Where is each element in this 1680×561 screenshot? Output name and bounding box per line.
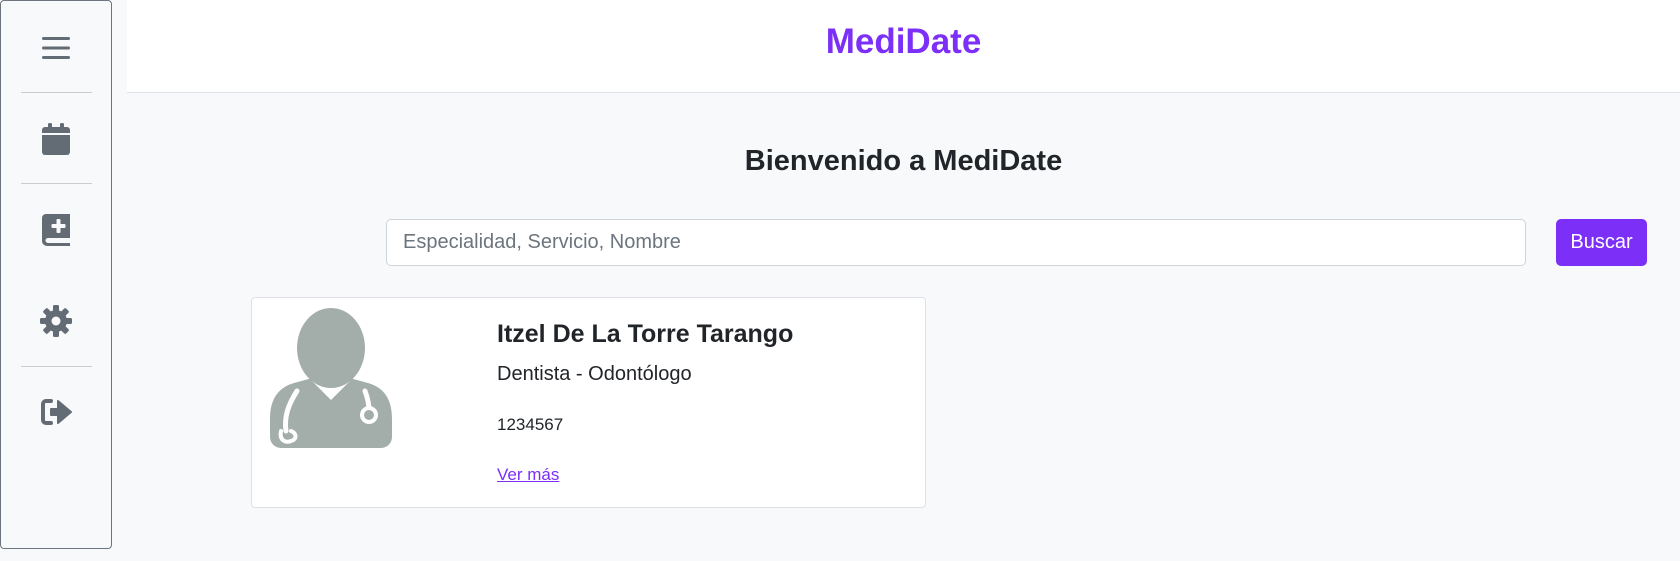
page-title: Bienvenido a MediDate	[744, 145, 1063, 177]
doctor-phone: 1234567	[497, 415, 564, 434]
hamburger-menu-icon	[42, 37, 70, 59]
top-navbar: MediDate	[127, 0, 1680, 93]
sidebar-item-logout[interactable]	[1, 382, 111, 442]
sidebar-item-menu[interactable]	[1, 18, 111, 78]
gear-icon	[40, 305, 72, 337]
sidebar-divider	[21, 183, 92, 184]
doctor-card: Itzel De La Torre Tarango Dentista - Odo…	[251, 297, 926, 508]
search-input[interactable]	[386, 219, 1526, 266]
calendar-icon	[42, 123, 70, 155]
sidebar-item-settings[interactable]	[1, 291, 111, 351]
doctor-specialty: Dentista - Odontólogo	[497, 363, 692, 385]
search-button[interactable]: Buscar	[1556, 219, 1647, 266]
doctor-name: Itzel De La Torre Tarango	[497, 320, 794, 348]
brand-title[interactable]: MediDate	[127, 22, 1680, 62]
sidebar-item-medical-book[interactable]	[1, 200, 111, 260]
sidebar	[0, 0, 112, 549]
logout-icon	[41, 399, 72, 425]
sidebar-item-calendar[interactable]	[1, 109, 111, 169]
medical-book-icon	[42, 214, 70, 246]
doctor-avatar-icon	[270, 308, 392, 448]
sidebar-divider	[21, 92, 92, 93]
view-more-link[interactable]: Ver más	[497, 465, 559, 485]
sidebar-divider	[21, 366, 92, 367]
